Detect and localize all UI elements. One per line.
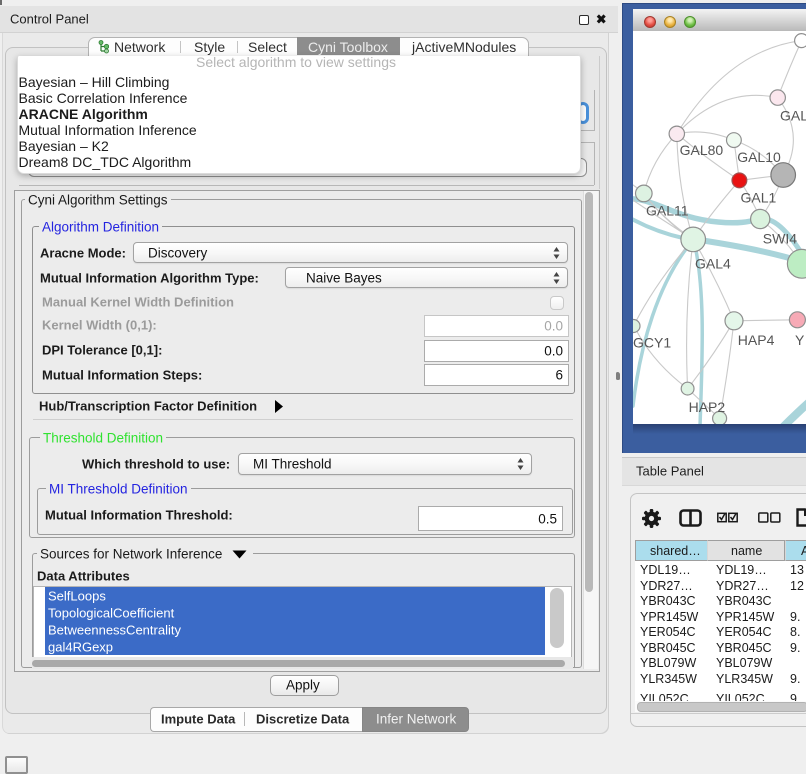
svg-text:GCY1: GCY1 <box>633 335 671 351</box>
svg-text:HAP4: HAP4 <box>738 332 775 348</box>
svg-text:GAL: GAL <box>780 108 806 124</box>
svg-text:GAL1: GAL1 <box>741 190 777 206</box>
svg-text:HAP2: HAP2 <box>689 399 726 415</box>
svg-text:GAL4: GAL4 <box>695 255 731 271</box>
svg-text:GAL80: GAL80 <box>680 142 724 158</box>
svg-text:SWI4: SWI4 <box>763 231 797 247</box>
svg-text:Y: Y <box>795 332 805 348</box>
svg-text:GAL10: GAL10 <box>737 149 781 165</box>
svg-text:GAL11: GAL11 <box>646 203 689 219</box>
